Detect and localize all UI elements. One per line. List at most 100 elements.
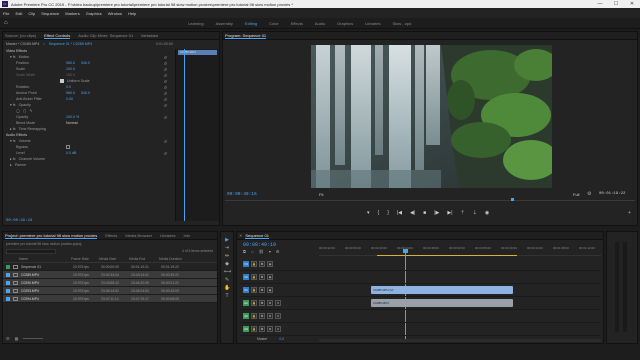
label-color-swatch[interactable] — [6, 296, 10, 301]
timeline-clip[interactable]: C0289.MP4 — [371, 298, 513, 307]
panner-toggle[interactable]: ▸ — [10, 163, 12, 167]
track-target-button[interactable]: V2 — [243, 274, 249, 280]
master-clip-label[interactable]: Master * C0289.MP4 — [6, 42, 39, 46]
out-point-icon[interactable]: } — [387, 210, 389, 216]
type-icon[interactable]: T — [224, 293, 230, 299]
position-y[interactable]: 540.0 — [81, 61, 90, 65]
reset-icon[interactable]: ↺ — [164, 61, 167, 66]
track-target-button[interactable]: A1 — [243, 300, 249, 306]
program-video-frame[interactable] — [311, 45, 552, 188]
panel-tab[interactable]: Metadata — [141, 33, 158, 38]
reset-icon[interactable]: ↺ — [164, 103, 167, 108]
eye-icon[interactable]: ◉ — [267, 274, 273, 280]
track-lane[interactable]: C0289.MP4 — [317, 297, 601, 310]
sync-lock-icon[interactable]: ⇆ — [259, 313, 265, 319]
sequence-clip-label[interactable]: Sequence 01 * C0289.MP4 — [49, 42, 93, 46]
workspace-tab[interactable]: Graphics — [337, 21, 353, 26]
program-playhead[interactable] — [511, 198, 514, 201]
sync-lock-icon[interactable]: ⇆ — [259, 300, 265, 306]
sync-lock-icon[interactable]: ⇆ — [259, 326, 265, 332]
reset-icon[interactable]: ↺ — [164, 67, 167, 72]
effect-controls-timecode[interactable]: 00:00:49:19 — [6, 219, 32, 223]
nest-icon[interactable]: ⧉ — [243, 249, 246, 254]
track-row[interactable]: A2 🔒 ⇆ M S — [239, 310, 601, 323]
column-header[interactable]: Frame Rate — [71, 257, 99, 261]
solo-icon[interactable]: S — [275, 313, 281, 319]
workspace-tab[interactable]: Effects — [291, 21, 303, 26]
workspace-tab[interactable]: Editing — [245, 21, 257, 26]
track-row[interactable]: A1 🔒 ⇆ M S C0289.MP4 — [239, 297, 601, 310]
add-button-icon[interactable]: + — [628, 210, 631, 216]
antiflicker-value[interactable]: 0.00 — [66, 97, 73, 101]
rotation-value[interactable]: 0.0 — [66, 85, 71, 89]
workspace-tab[interactable]: Assembly — [216, 21, 233, 26]
panel-tab[interactable]: Media Browser — [125, 233, 152, 238]
track-target-button[interactable]: V3 — [243, 261, 249, 267]
sequence-tab[interactable]: Sequence 01 — [245, 233, 269, 239]
reset-icon[interactable]: ↺ — [164, 139, 167, 144]
home-icon[interactable]: ⌂ — [4, 20, 11, 27]
reset-icon[interactable]: ↺ — [164, 97, 167, 102]
label-color-swatch[interactable] — [6, 272, 10, 277]
track-lane[interactable] — [317, 271, 601, 284]
mute-icon[interactable]: M — [267, 313, 273, 319]
bypass-checkbox[interactable] — [66, 145, 70, 149]
lock-icon[interactable]: 🔒 — [251, 287, 257, 293]
goto-out-icon[interactable]: ▶| — [447, 210, 452, 216]
workspace-tab[interactable]: Color — [269, 21, 279, 26]
play-icon[interactable]: ■ — [423, 210, 426, 216]
mini-playhead[interactable] — [184, 49, 185, 221]
panel-tab[interactable]: Project: premiere pro tutorial 98 slow m… — [5, 233, 98, 239]
panel-tab[interactable]: Libraries — [160, 233, 175, 238]
lock-icon[interactable]: 🔒 — [251, 300, 257, 306]
reset-icon[interactable]: ↺ — [164, 79, 167, 84]
motion-toggle[interactable]: ▾ fx — [10, 55, 16, 59]
program-scrubber[interactable] — [225, 200, 635, 201]
time-remap-toggle[interactable]: ▸ fx — [10, 127, 16, 131]
timeline-settings-icon[interactable]: ⚙ — [276, 249, 280, 254]
menu-item[interactable]: File — [3, 11, 9, 16]
work-area-bar[interactable] — [377, 255, 517, 256]
marker-icon[interactable]: ▾ — [367, 210, 370, 216]
mute-icon[interactable]: M — [267, 326, 273, 332]
track-lane[interactable] — [317, 258, 601, 271]
menu-item[interactable]: Markers — [65, 11, 79, 16]
uniform-scale-checkbox[interactable] — [60, 79, 64, 83]
opacity-value[interactable]: 100.0 % — [66, 115, 79, 119]
rect-mask-icon[interactable]: ▢ — [23, 109, 26, 113]
timeline-clip[interactable]: C0289.MP4 [V] — [371, 285, 513, 294]
label-color-swatch[interactable] — [6, 264, 10, 269]
minimize-button[interactable]: — — [592, 1, 608, 7]
slip-icon[interactable]: ⟷ — [224, 269, 231, 275]
hand-icon[interactable]: ✋ — [224, 285, 230, 291]
track-select-icon[interactable]: ⇥ — [224, 245, 230, 251]
label-color-swatch[interactable] — [6, 280, 10, 285]
reset-icon[interactable]: ↺ — [164, 73, 167, 78]
master-track-value[interactable]: 0.0 — [279, 337, 284, 341]
menu-item[interactable]: Edit — [15, 11, 22, 16]
solo-icon[interactable]: S — [275, 326, 281, 332]
workspace-tab[interactable]: Libraries — [365, 21, 380, 26]
scale-value[interactable]: 100.0 — [66, 67, 75, 71]
project-search-input[interactable] — [6, 248, 56, 254]
ellipse-mask-icon[interactable]: ◯ — [16, 109, 20, 113]
program-monitor-title[interactable]: Program: Sequence 01 — [225, 33, 267, 39]
panel-tab[interactable]: Effect Controls — [44, 33, 71, 39]
reset-icon[interactable]: ↺ — [164, 85, 167, 90]
project-item-row[interactable]: Sequence 01 23.976 fps 00:00:00:00 00:01:19… — [3, 263, 217, 271]
mini-timeline[interactable]: C0289.MP4 — [175, 49, 219, 221]
close-button[interactable]: ✕ — [624, 1, 640, 7]
workspace-tab[interactable]: Learning — [188, 21, 204, 26]
column-header[interactable]: Name — [3, 257, 71, 261]
in-point-icon[interactable]: { — [378, 210, 380, 216]
eye-icon[interactable]: ◉ — [267, 261, 273, 267]
level-value[interactable]: 0.0 dB — [66, 151, 76, 155]
icon-view-icon[interactable]: ▦ — [15, 336, 19, 341]
export-frame-icon[interactable]: ◉ — [485, 210, 489, 216]
track-lane[interactable] — [317, 310, 601, 323]
track-target-button[interactable]: V1 — [243, 287, 249, 293]
ripple-edit-icon[interactable]: ⇹ — [224, 253, 230, 259]
zoom-slider[interactable] — [23, 338, 44, 339]
track-row[interactable]: V2 🔒 ⇆ ◉ — [239, 271, 601, 284]
pen-mask-icon[interactable]: ✎ — [29, 109, 32, 113]
